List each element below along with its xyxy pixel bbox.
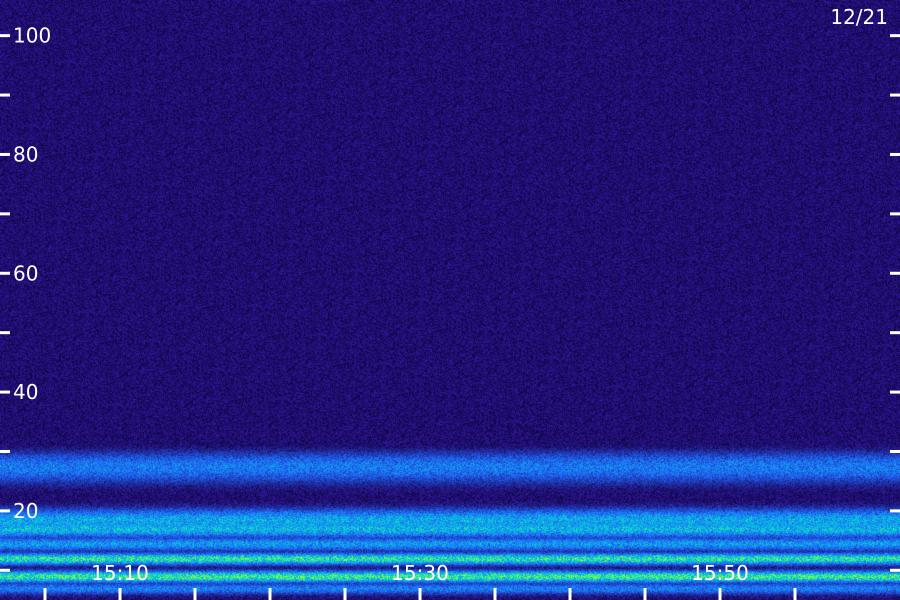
y-axis: 100 80 60 40 20 xyxy=(0,24,900,572)
x-tick-label: 15:30 xyxy=(391,561,449,585)
y-tick-label: 60 xyxy=(13,261,38,285)
y-tick-label: 80 xyxy=(13,142,38,166)
date-label: 12/21 xyxy=(830,5,888,29)
x-tick-label: 15:10 xyxy=(91,561,149,585)
x-axis: 15:10 15:30 15:50 xyxy=(43,561,797,600)
y-tick-label: 100 xyxy=(13,24,51,48)
spectrogram-chart: 100 80 60 40 20 15:10 15:30 15:50 12/21 xyxy=(0,0,900,600)
y-tick-label: 40 xyxy=(13,380,38,404)
y-tick-label: 20 xyxy=(13,499,38,523)
x-tick-label: 15:50 xyxy=(691,561,749,585)
spectrogram-axes: 100 80 60 40 20 15:10 15:30 15:50 12/21 xyxy=(0,5,900,600)
